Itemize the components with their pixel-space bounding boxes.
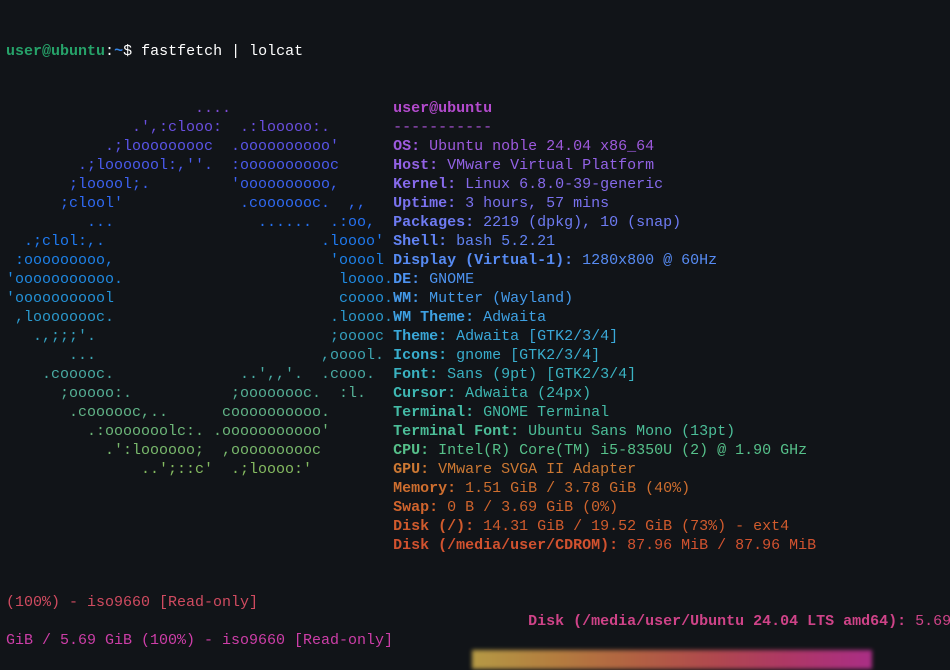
info-separator: -----------: [393, 119, 492, 136]
prompt-user: user: [6, 43, 42, 60]
wrap-line-3: GiB / 5.69 GiB (100%) - iso9660 [Read-on…: [6, 632, 393, 649]
prompt-host: ubuntu: [51, 43, 105, 60]
color-bar: [472, 650, 872, 669]
info-header: user@ubuntu: [393, 100, 492, 117]
terminal-window: user@ubuntu:~$ fastfetch | lolcat .... .…: [0, 0, 950, 670]
ascii-logo: .... .',:clooo: .:looooo:. .;looooooooc …: [6, 80, 393, 574]
sysinfo: user@ubuntu ----------- OS: Ubuntu noble…: [393, 80, 816, 574]
wrap-line-2a: Disk (/media/user/Ubuntu 24.04 LTS amd64…: [6, 613, 915, 630]
prompt-command[interactable]: fastfetch | lolcat: [141, 43, 303, 60]
wrap-line-1: (100%) - iso9660 [Read-only]: [6, 594, 258, 611]
wrap-line-2b: 5.69: [915, 613, 950, 630]
prompt-path: ~: [114, 43, 123, 60]
